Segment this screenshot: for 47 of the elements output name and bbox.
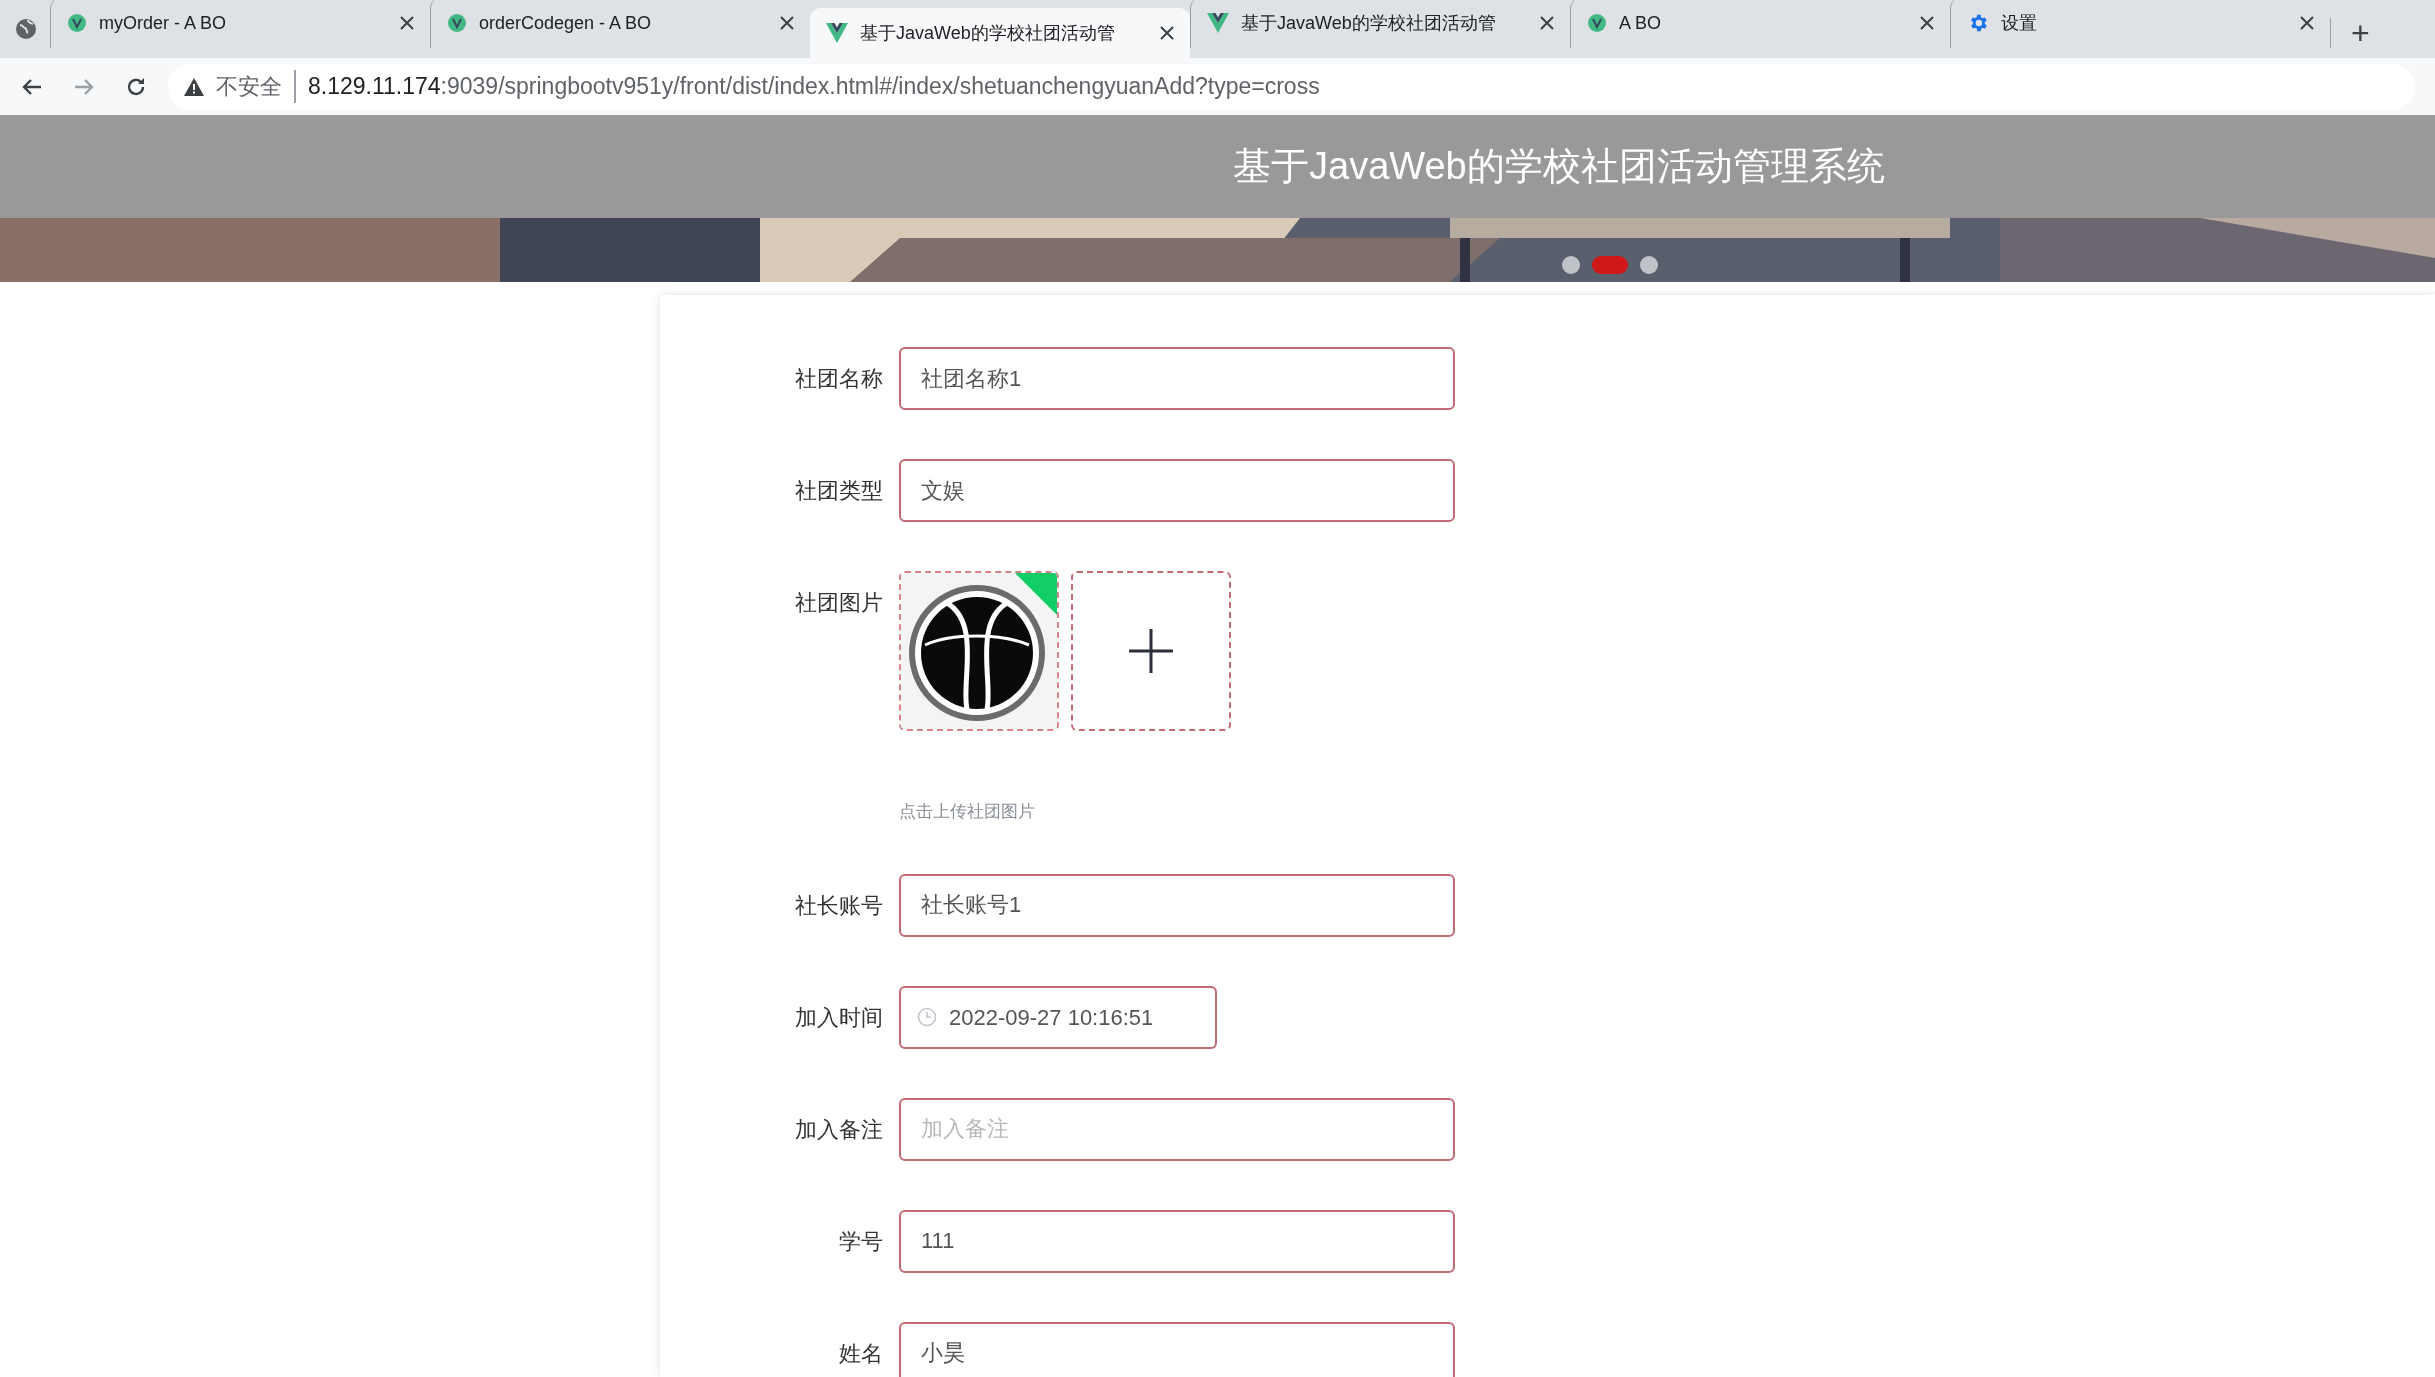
- browser-tab[interactable]: 设置: [1950, 0, 2330, 48]
- upload-hint: 点击上传社团图片: [899, 801, 1036, 823]
- tab-title: 基于JavaWeb的学校社团活动管: [1241, 11, 1497, 35]
- browser-tab[interactable]: A BO: [1570, 0, 1950, 48]
- globe-icon[interactable]: [14, 17, 38, 41]
- field-label: 加入时间: [794, 1003, 884, 1032]
- tab-title: orderCodegen - A BO: [479, 11, 653, 35]
- tab-title: A BO: [1619, 11, 1663, 35]
- text-field[interactable]: 小昊: [899, 1321, 1455, 1377]
- browser-tab[interactable]: myOrder - A BO: [50, 0, 430, 48]
- close-icon[interactable]: [400, 16, 414, 30]
- address-field[interactable]: 不安全 8.129.11.174:9039/springbootv951y/front/dist/index.html#/index/shetuanchengyuanAdd?type=cross: [168, 63, 2415, 110]
- text-field[interactable]: 加入备注: [899, 1097, 1455, 1161]
- new-tab-button[interactable]: +: [2351, 17, 2370, 49]
- v-logo-icon: [826, 23, 848, 43]
- browser-tab[interactable]: 基于JavaWeb的学校社团活动管: [1190, 0, 1570, 48]
- site-title: 基于JavaWeb的学校社团活动管理系统: [1233, 144, 1885, 189]
- date-time-value: 2022-09-27 10:16:51: [949, 1003, 1154, 1032]
- upload-button[interactable]: [1071, 571, 1231, 731]
- field-label: 社团类型: [794, 477, 884, 505]
- text-field[interactable]: 社长账号1: [899, 873, 1455, 937]
- tab-title: myOrder - A BO: [99, 11, 228, 35]
- v-logo-icon: [1207, 13, 1229, 33]
- field-label: 姓名: [838, 1339, 884, 1368]
- tab-title: 基于JavaWeb的学校社团活动管: [860, 21, 1116, 45]
- field-label: 社团图片: [794, 589, 884, 617]
- url-text: 8.129.11.174:9039/springbootv951y/front/dist/index.html#/index/shetuanchengyuanAdd?type=cross: [308, 72, 1320, 102]
- browser-tab[interactable]: orderCodegen - A BO: [430, 0, 810, 48]
- text-field[interactable]: 文娱: [899, 459, 1455, 522]
- text-field[interactable]: 社团名称1: [899, 347, 1455, 410]
- text-field[interactable]: 111: [899, 1209, 1455, 1273]
- field-label: 社长账号: [794, 891, 884, 920]
- close-icon[interactable]: [1920, 16, 1934, 30]
- close-icon[interactable]: [1160, 26, 1174, 40]
- close-icon[interactable]: [1540, 16, 1554, 30]
- date-time-field[interactable]: 2022-09-27 10:16:51: [899, 985, 1217, 1049]
- warning-icon: [184, 77, 204, 96]
- security-label: 不安全: [216, 70, 296, 103]
- field-label: 社团名称: [794, 365, 884, 393]
- plus-icon: [1129, 629, 1173, 673]
- field-label: 加入备注: [794, 1115, 884, 1144]
- clock-icon: [917, 1007, 937, 1027]
- close-icon[interactable]: [780, 16, 794, 30]
- tab-title: 设置: [2001, 11, 2038, 35]
- browser-tab[interactable]: 基于JavaWeb的学校社团活动管: [810, 8, 1190, 58]
- close-icon[interactable]: [2300, 16, 2314, 30]
- field-label: 学号: [838, 1227, 884, 1256]
